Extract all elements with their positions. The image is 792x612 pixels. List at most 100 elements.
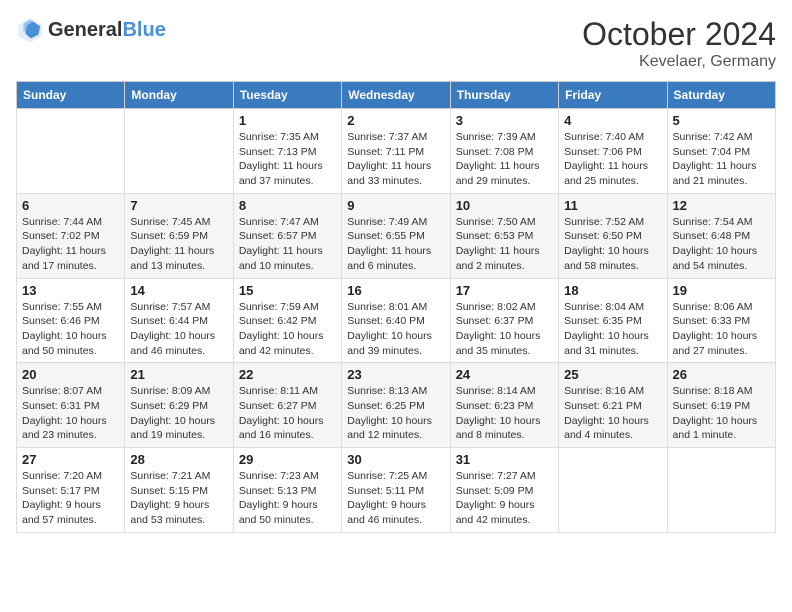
day-detail: Sunrise: 7:44 AM Sunset: 7:02 PM Dayligh…	[22, 215, 119, 274]
day-number: 23	[347, 367, 444, 382]
day-number: 17	[456, 283, 553, 298]
day-number: 1	[239, 113, 336, 128]
calendar-week-row: 1Sunrise: 7:35 AM Sunset: 7:13 PM Daylig…	[17, 109, 776, 194]
calendar-cell: 18 Sunrise: 8:04 AM Sunset: 6:35 PM Dayli…	[559, 278, 667, 363]
calendar-cell: 13Sunrise: 7:55 AM Sunset: 6:46 PM Dayli…	[17, 278, 125, 363]
calendar-cell: 6 Sunrise: 7:44 AM Sunset: 7:02 PM Daylig…	[17, 193, 125, 278]
month-title: October 2024	[582, 16, 776, 53]
calendar-cell: 27 Sunrise: 7:20 AM Sunset: 5:17 PM Dayli…	[17, 448, 125, 533]
day-number: 4	[564, 113, 661, 128]
col-wednesday: Wednesday	[342, 82, 450, 109]
calendar-cell: 14 Sunrise: 7:57 AM Sunset: 6:44 PM Dayli…	[125, 278, 233, 363]
calendar-cell: 9 Sunrise: 7:49 AM Sunset: 6:55 PM Daylig…	[342, 193, 450, 278]
calendar-table: Sunday Monday Tuesday Wednesday Thursday…	[16, 81, 776, 533]
day-number: 31	[456, 452, 553, 467]
calendar-cell: 31Sunrise: 7:27 AM Sunset: 5:09 PM Dayli…	[450, 448, 558, 533]
col-friday: Friday	[559, 82, 667, 109]
day-number: 6	[22, 198, 119, 213]
calendar-cell: 20 Sunrise: 8:07 AM Sunset: 6:31 PM Dayli…	[17, 363, 125, 448]
calendar-cell: 25 Sunrise: 8:16 AM Sunset: 6:21 PM Dayli…	[559, 363, 667, 448]
calendar-cell: 17 Sunrise: 8:02 AM Sunset: 6:37 PM Dayli…	[450, 278, 558, 363]
day-detail: Sunrise: 8:02 AM Sunset: 6:37 PM Dayligh…	[456, 300, 553, 359]
col-sunday: Sunday	[17, 82, 125, 109]
day-detail: Sunrise: 7:52 AM Sunset: 6:50 PM Dayligh…	[564, 215, 661, 274]
calendar-cell	[17, 109, 125, 194]
calendar-cell: 28 Sunrise: 7:21 AM Sunset: 5:15 PM Dayli…	[125, 448, 233, 533]
calendar-cell: 26 Sunrise: 8:18 AM Sunset: 6:19 PM Dayli…	[667, 363, 775, 448]
calendar-cell: 16Sunrise: 8:01 AM Sunset: 6:40 PM Dayli…	[342, 278, 450, 363]
col-tuesday: Tuesday	[233, 82, 341, 109]
day-detail: Sunrise: 7:39 AM Sunset: 7:08 PM Dayligh…	[456, 130, 553, 189]
day-number: 30	[347, 452, 444, 467]
day-detail: Sunrise: 7:54 AM Sunset: 6:48 PM Dayligh…	[673, 215, 770, 274]
day-detail: Sunrise: 7:23 AM Sunset: 5:13 PM Dayligh…	[239, 469, 336, 528]
logo-text: GeneralBlue	[48, 19, 166, 42]
calendar-week-row: 6 Sunrise: 7:44 AM Sunset: 7:02 PM Daylig…	[17, 193, 776, 278]
day-number: 3	[456, 113, 553, 128]
day-number: 27	[22, 452, 119, 467]
day-detail: Sunrise: 7:25 AM Sunset: 5:11 PM Dayligh…	[347, 469, 444, 528]
day-number: 9	[347, 198, 444, 213]
day-number: 22	[239, 367, 336, 382]
calendar-cell	[667, 448, 775, 533]
logo-icon	[16, 16, 44, 44]
location-title: Kevelaer, Germany	[582, 53, 776, 71]
day-detail: Sunrise: 7:49 AM Sunset: 6:55 PM Dayligh…	[347, 215, 444, 274]
calendar-cell	[559, 448, 667, 533]
day-number: 8	[239, 198, 336, 213]
day-number: 5	[673, 113, 770, 128]
day-detail: Sunrise: 8:01 AM Sunset: 6:40 PM Dayligh…	[347, 300, 444, 359]
day-number: 7	[130, 198, 227, 213]
calendar-cell	[125, 109, 233, 194]
day-number: 11	[564, 198, 661, 213]
calendar-cell: 10Sunrise: 7:50 AM Sunset: 6:53 PM Dayli…	[450, 193, 558, 278]
day-detail: Sunrise: 7:21 AM Sunset: 5:15 PM Dayligh…	[130, 469, 227, 528]
logo: GeneralBlue	[16, 16, 166, 44]
day-detail: Sunrise: 8:06 AM Sunset: 6:33 PM Dayligh…	[673, 300, 770, 359]
day-detail: Sunrise: 8:16 AM Sunset: 6:21 PM Dayligh…	[564, 384, 661, 443]
day-detail: Sunrise: 7:45 AM Sunset: 6:59 PM Dayligh…	[130, 215, 227, 274]
day-detail: Sunrise: 8:07 AM Sunset: 6:31 PM Dayligh…	[22, 384, 119, 443]
day-number: 14	[130, 283, 227, 298]
day-detail: Sunrise: 7:42 AM Sunset: 7:04 PM Dayligh…	[673, 130, 770, 189]
logo-blue: Blue	[122, 19, 165, 41]
col-monday: Monday	[125, 82, 233, 109]
calendar-cell: 4 Sunrise: 7:40 AM Sunset: 7:06 PM Daylig…	[559, 109, 667, 194]
day-number: 18	[564, 283, 661, 298]
calendar-cell: 29 Sunrise: 7:23 AM Sunset: 5:13 PM Dayli…	[233, 448, 341, 533]
day-number: 15	[239, 283, 336, 298]
day-number: 29	[239, 452, 336, 467]
calendar-cell: 24 Sunrise: 8:14 AM Sunset: 6:23 PM Dayli…	[450, 363, 558, 448]
day-number: 24	[456, 367, 553, 382]
col-thursday: Thursday	[450, 82, 558, 109]
day-detail: Sunrise: 8:04 AM Sunset: 6:35 PM Dayligh…	[564, 300, 661, 359]
logo-general: General	[48, 19, 122, 41]
day-detail: Sunrise: 7:40 AM Sunset: 7:06 PM Dayligh…	[564, 130, 661, 189]
day-detail: Sunrise: 7:20 AM Sunset: 5:17 PM Dayligh…	[22, 469, 119, 528]
day-number: 12	[673, 198, 770, 213]
calendar-cell: 21 Sunrise: 8:09 AM Sunset: 6:29 PM Dayli…	[125, 363, 233, 448]
day-number: 20	[22, 367, 119, 382]
day-detail: Sunrise: 7:37 AM Sunset: 7:11 PM Dayligh…	[347, 130, 444, 189]
day-number: 13	[22, 283, 119, 298]
calendar-cell: 12 Sunrise: 7:54 AM Sunset: 6:48 PM Dayli…	[667, 193, 775, 278]
day-number: 21	[130, 367, 227, 382]
calendar-cell: 23Sunrise: 8:13 AM Sunset: 6:25 PM Dayli…	[342, 363, 450, 448]
calendar-cell: 7 Sunrise: 7:45 AM Sunset: 6:59 PM Daylig…	[125, 193, 233, 278]
day-detail: Sunrise: 7:57 AM Sunset: 6:44 PM Dayligh…	[130, 300, 227, 359]
day-number: 28	[130, 452, 227, 467]
day-number: 2	[347, 113, 444, 128]
day-detail: Sunrise: 7:59 AM Sunset: 6:42 PM Dayligh…	[239, 300, 336, 359]
day-number: 26	[673, 367, 770, 382]
calendar-cell: 11 Sunrise: 7:52 AM Sunset: 6:50 PM Dayli…	[559, 193, 667, 278]
day-detail: Sunrise: 8:09 AM Sunset: 6:29 PM Dayligh…	[130, 384, 227, 443]
calendar-cell: 15 Sunrise: 7:59 AM Sunset: 6:42 PM Dayli…	[233, 278, 341, 363]
day-number: 25	[564, 367, 661, 382]
page-header: GeneralBlue October 2024 Kevelaer, Germa…	[16, 16, 776, 71]
day-detail: Sunrise: 8:14 AM Sunset: 6:23 PM Dayligh…	[456, 384, 553, 443]
calendar-week-row: 27 Sunrise: 7:20 AM Sunset: 5:17 PM Dayli…	[17, 448, 776, 533]
calendar-week-row: 20 Sunrise: 8:07 AM Sunset: 6:31 PM Dayli…	[17, 363, 776, 448]
calendar-cell: 22Sunrise: 8:11 AM Sunset: 6:27 PM Dayli…	[233, 363, 341, 448]
day-detail: Sunrise: 8:18 AM Sunset: 6:19 PM Dayligh…	[673, 384, 770, 443]
col-saturday: Saturday	[667, 82, 775, 109]
